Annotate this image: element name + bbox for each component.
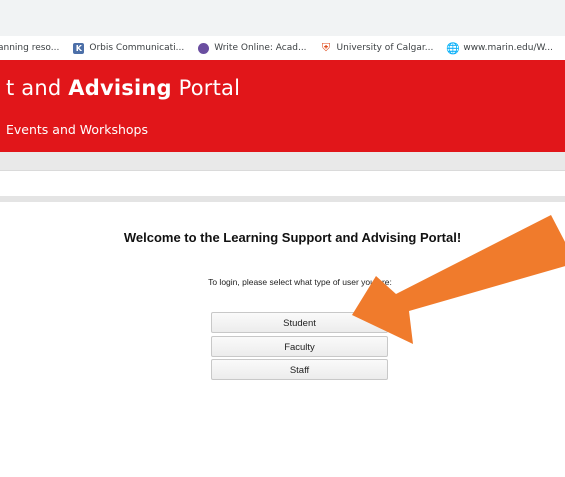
k-logo-icon: K <box>73 42 85 54</box>
shield-icon: ⛨ <box>321 41 331 54</box>
bookmark-label: www.marin.edu/W... <box>463 43 553 53</box>
bookmark-item[interactable]: 🌐 www.marin.edu/W... <box>445 41 553 55</box>
section-divider <box>0 196 565 202</box>
faculty-button[interactable]: Faculty <box>211 336 388 357</box>
portal-header-banner: t and Advising Portal Events and Worksho… <box>0 60 565 152</box>
bookmark-item[interactable]: K Orbis Communicati... <box>73 42 185 54</box>
bookmark-label: University of Calgar... <box>336 43 434 53</box>
bookmarks-bar: anning reso... K Orbis Communicati... Wr… <box>0 36 565 60</box>
bookmark-label: anning reso... <box>0 43 60 53</box>
browser-top-strip <box>0 0 565 37</box>
welcome-heading: Welcome to the Learning Support and Advi… <box>123 230 462 245</box>
nav-bar <box>0 152 565 171</box>
bookmark-item[interactable]: anning reso... <box>0 43 59 53</box>
write-online-icon <box>198 42 210 54</box>
portal-title-suffix: Portal <box>171 76 241 100</box>
portal-title: t and Advising Portal <box>6 76 240 100</box>
portal-title-bold: Advising <box>68 76 172 100</box>
portal-title-prefix: t and <box>6 76 69 100</box>
events-workshops-link[interactable]: Events and Workshops <box>6 122 148 137</box>
login-instruction: To login, please select what type of use… <box>208 277 392 287</box>
bookmark-label: Orbis Communicati... <box>89 43 185 53</box>
bookmark-item[interactable]: Write Online: Acad... <box>198 42 307 54</box>
bookmark-item[interactable]: ⛨ University of Calgar... <box>321 41 434 54</box>
globe-icon: 🌐 <box>445 41 460 55</box>
staff-button[interactable]: Staff <box>211 359 388 380</box>
student-button[interactable]: Student <box>211 312 388 333</box>
bookmark-label: Write Online: Acad... <box>214 43 307 53</box>
